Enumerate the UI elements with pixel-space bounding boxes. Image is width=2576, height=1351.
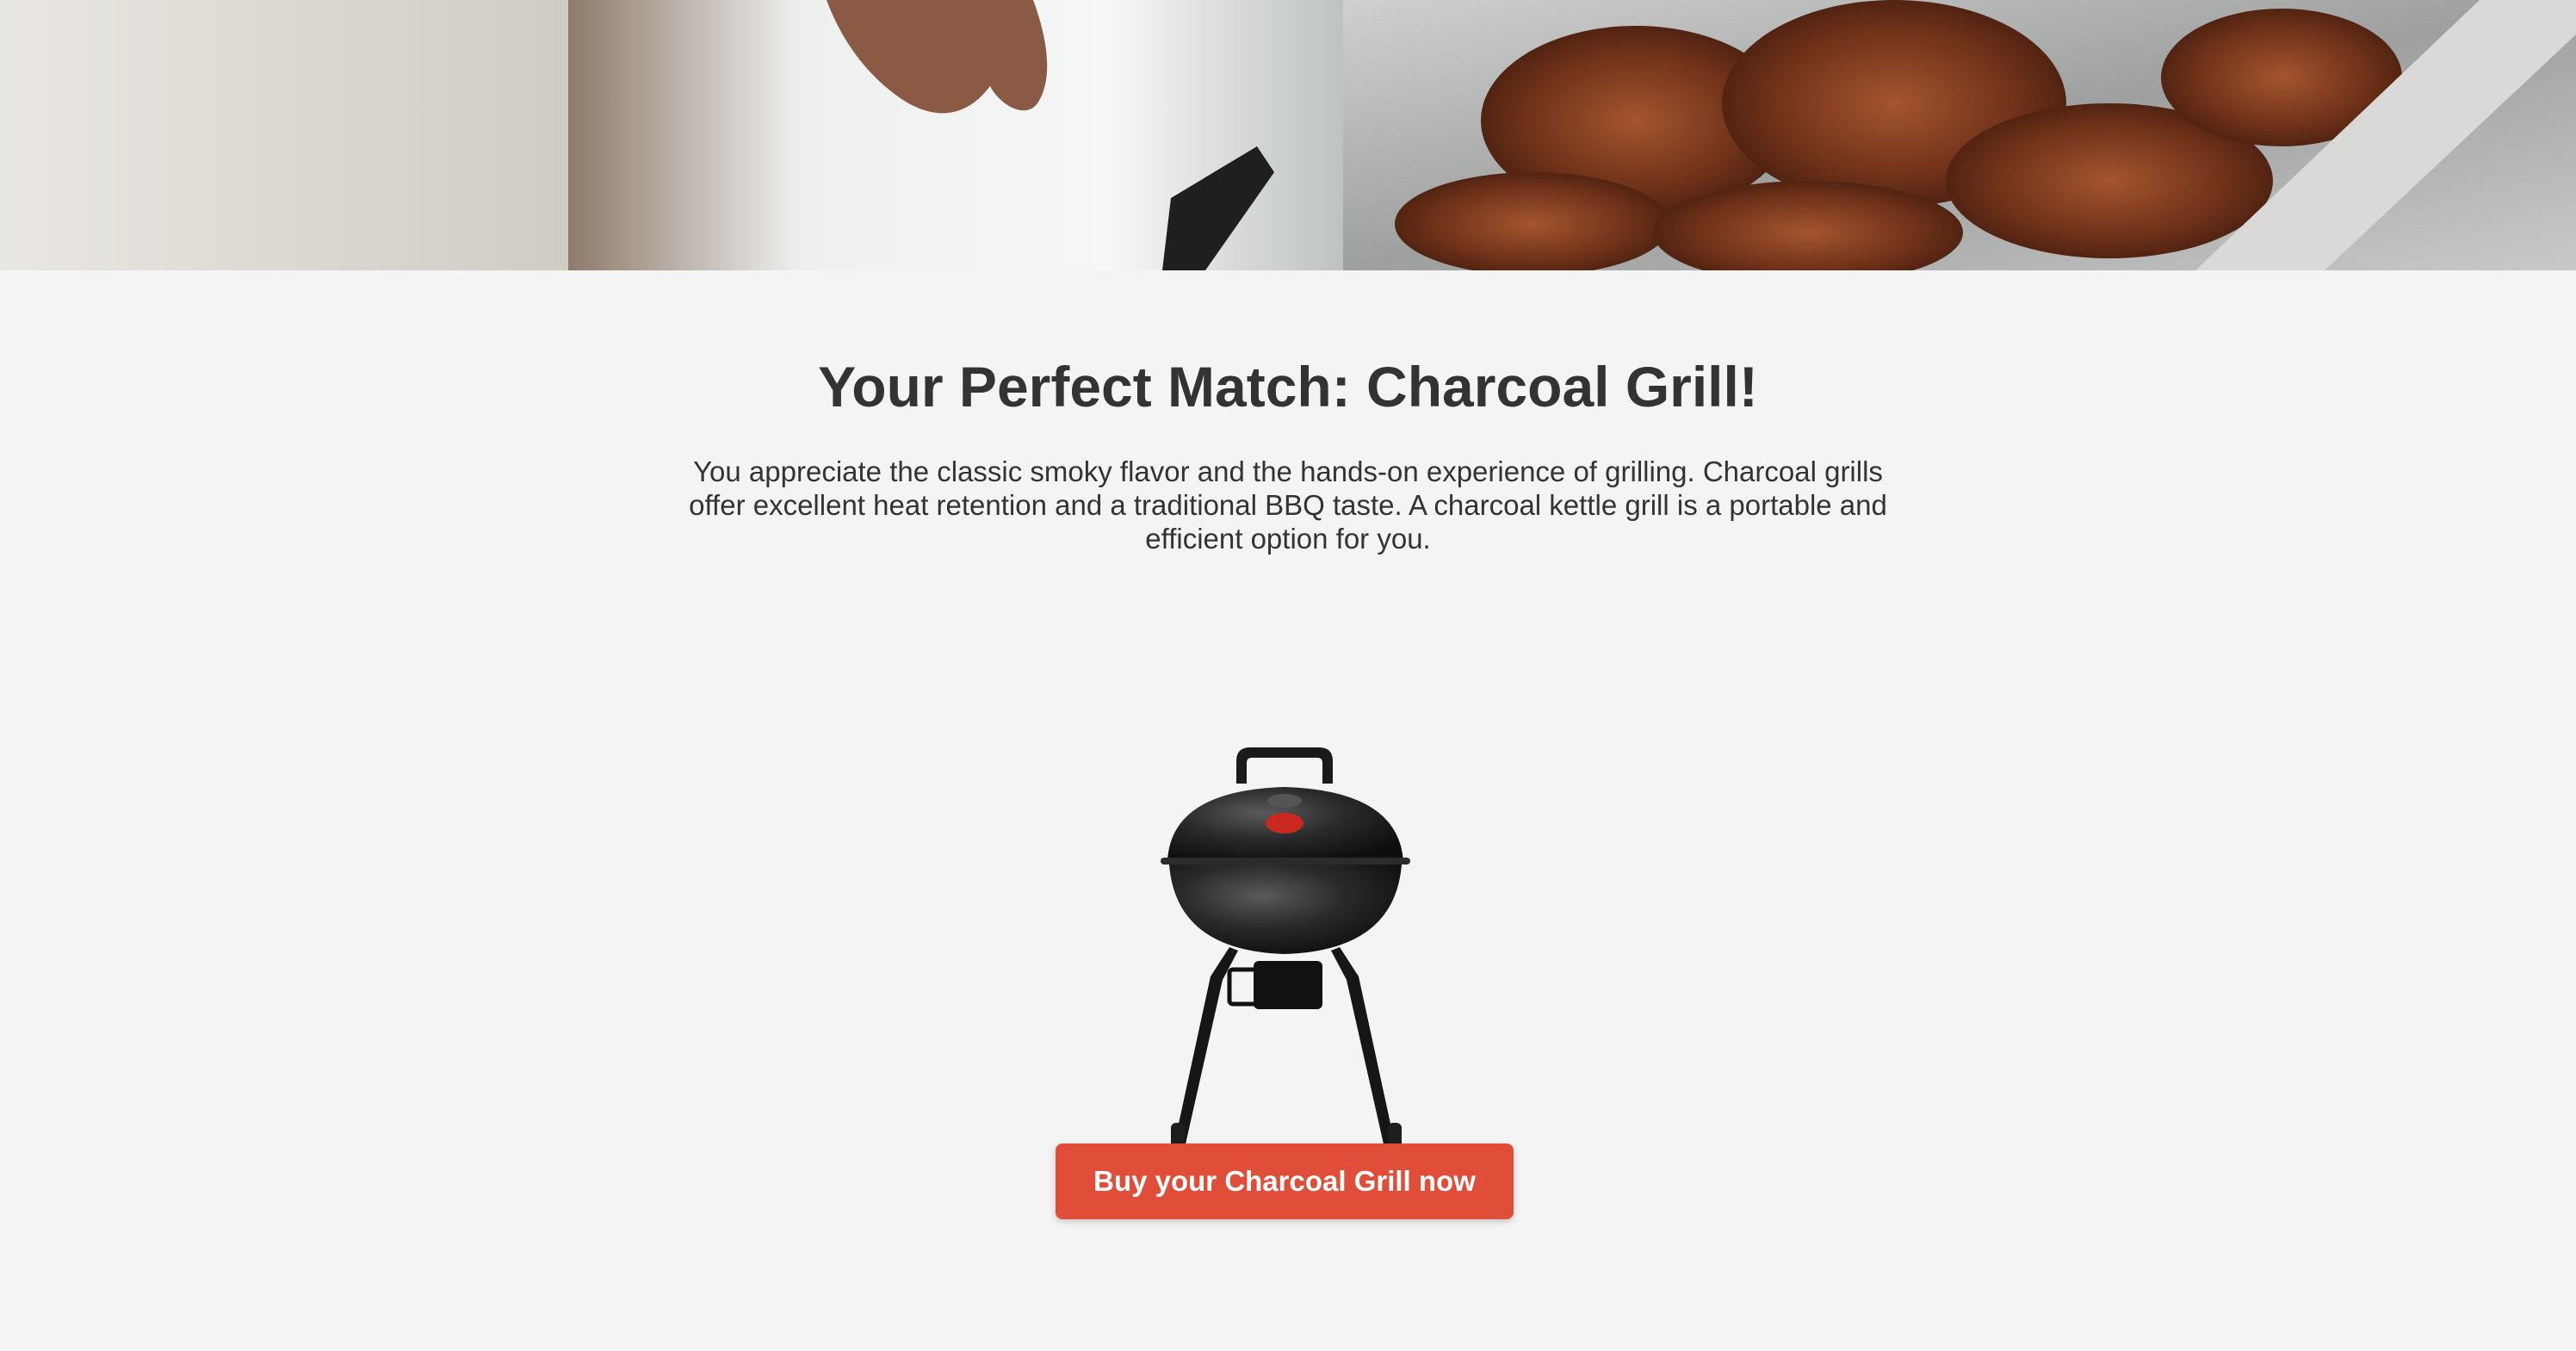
result-section: Your Perfect Match: Charcoal Grill! You … — [0, 270, 2576, 1302]
buy-charcoal-grill-button[interactable]: Buy your Charcoal Grill now — [1056, 1143, 1514, 1219]
result-title: Your Perfect Match: Charcoal Grill! — [818, 355, 1758, 418]
hero-banner-image — [0, 0, 2576, 270]
charcoal-kettle-grill-image — [1150, 623, 1426, 1347]
result-description: You appreciate the classic smoky flavor … — [689, 455, 1887, 555]
